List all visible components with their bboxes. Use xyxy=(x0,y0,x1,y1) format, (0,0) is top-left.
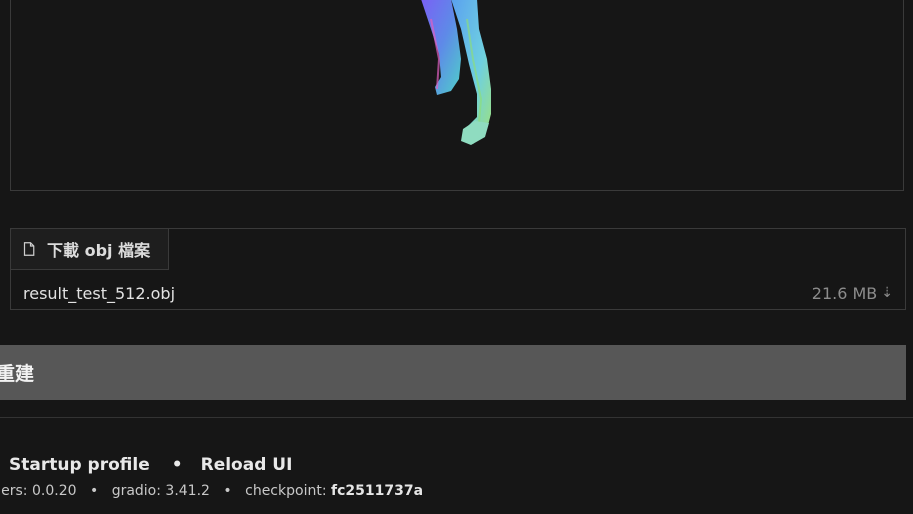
gradio-version: gradio: 3.41.2 xyxy=(111,483,210,499)
version-info: rmers: 0.0.20 • gradio: 3.41.2 • checkpo… xyxy=(0,483,423,499)
version-separator: • xyxy=(223,483,232,499)
file-size-text: 21.6 MB xyxy=(811,283,878,303)
checkpoint-hash: fc2511737a xyxy=(330,483,424,499)
app-page: 下載 obj 檔案 result_test_512.obj 21.6 MB ⇣ … xyxy=(0,0,913,514)
download-icon[interactable]: ⇣ xyxy=(881,285,893,301)
file-icon xyxy=(23,242,35,256)
file-size[interactable]: 21.6 MB ⇣ xyxy=(812,284,893,303)
file-row[interactable]: result_test_512.obj 21.6 MB ⇣ xyxy=(11,281,905,305)
rendered-3d-model xyxy=(421,0,491,145)
model-3d-viewer[interactable] xyxy=(10,0,904,191)
footer-separator: • xyxy=(171,455,183,475)
file-download-label-text: 下載 obj 檔案 xyxy=(47,241,151,260)
footer-divider xyxy=(0,417,913,418)
file-download-label: 下載 obj 檔案 xyxy=(10,228,169,270)
file-name-link[interactable]: result_test_512.obj xyxy=(23,284,175,303)
transformers-version: rmers: 0.0.20 xyxy=(0,483,77,499)
startup-profile-link[interactable]: Startup profile xyxy=(9,455,150,475)
version-separator: • xyxy=(89,483,99,499)
reload-ui-link[interactable]: Reload UI xyxy=(201,455,293,475)
file-download-panel: 下載 obj 檔案 result_test_512.obj 21.6 MB ⇣ xyxy=(10,228,906,310)
rebuild-button[interactable]: 重建 xyxy=(0,345,906,400)
footer-links: Startup profile • Reload UI xyxy=(9,455,292,475)
checkpoint-label: checkpoint: xyxy=(245,483,331,499)
